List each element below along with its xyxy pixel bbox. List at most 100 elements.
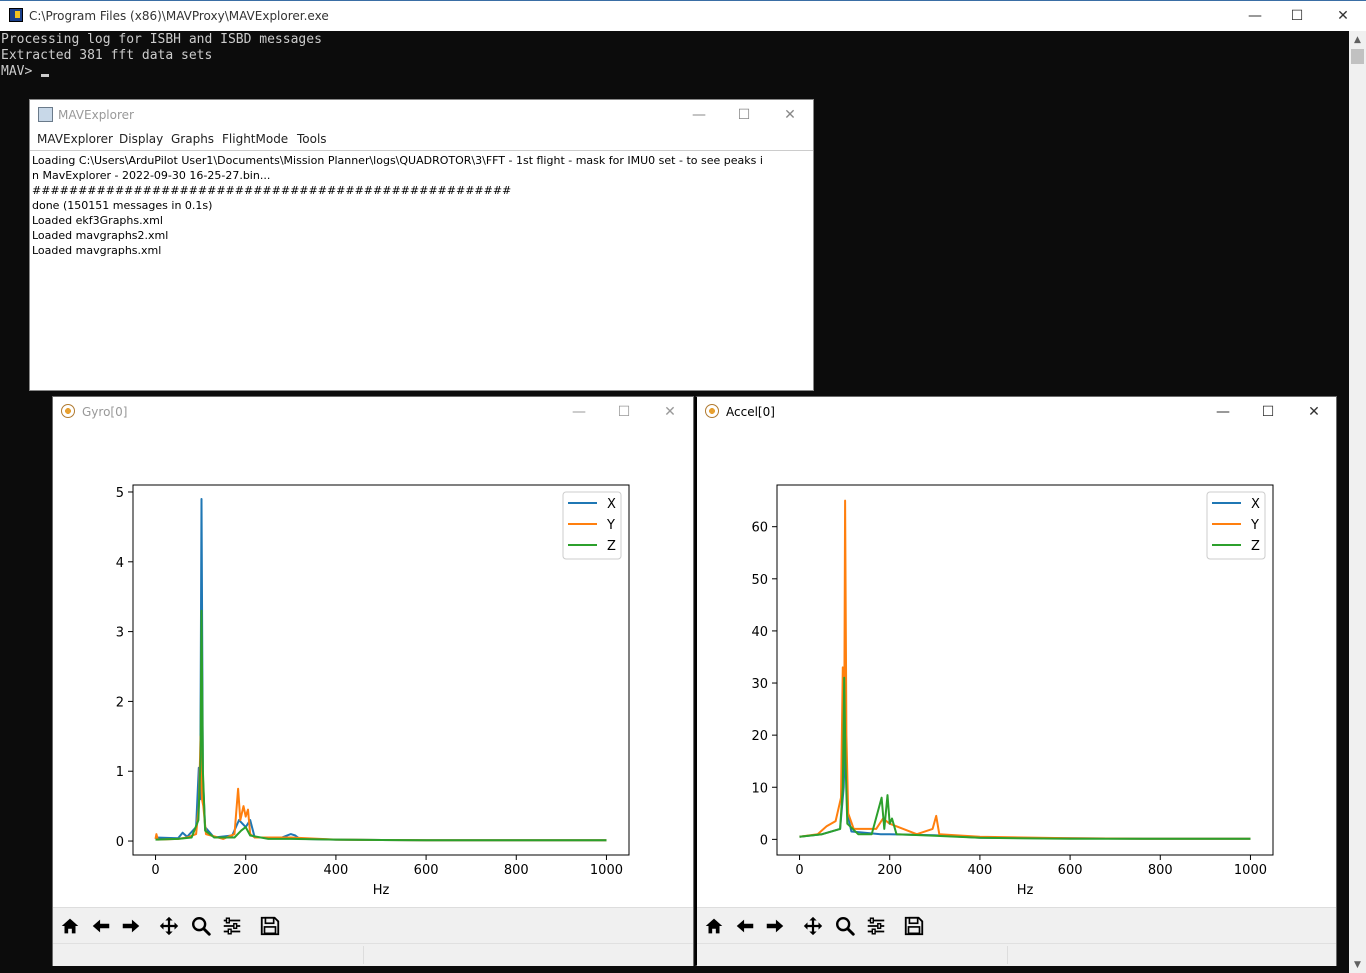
gyro-plot-window: Gyro[0] — ☐ ✕ 0 200 400 600 800 1000 0 1 2 3 4 5 Hz X Y Z — [52, 396, 694, 966]
console-minimize-button[interactable]: — — [1232, 1, 1278, 31]
console-maximize-button[interactable]: ☐ — [1274, 1, 1320, 31]
gyro-navigation-toolbar — [53, 907, 693, 944]
menu-flightmode[interactable]: FlightMode — [222, 132, 288, 146]
configure-subplots-icon — [867, 917, 885, 935]
x-tick-label: 400 — [967, 863, 992, 878]
legend-label-y: Y — [1250, 518, 1259, 533]
x-tick-label: 200 — [877, 863, 902, 878]
y-tick-label: 4 — [116, 556, 124, 571]
legend-label-x: X — [607, 497, 616, 512]
x-tick-label: 800 — [1148, 863, 1173, 878]
mavexplorer-close-button[interactable]: ✕ — [767, 100, 813, 130]
mavexplorer-app-icon — [38, 107, 53, 122]
scroll-up-arrow-icon[interactable]: ▲ — [1349, 31, 1366, 48]
y-tick-label: 40 — [751, 625, 768, 640]
save-icon — [260, 916, 280, 936]
mavexplorer-minimize-button[interactable]: — — [676, 100, 722, 130]
home-button[interactable] — [701, 914, 727, 938]
save-button[interactable] — [901, 914, 927, 938]
pan-icon — [803, 916, 823, 936]
mavexplorer-titlebar: MAVExplorer — ☐ ✕ — [30, 100, 813, 130]
y-tick-label: 50 — [751, 573, 768, 588]
x-tick-label: 1000 — [590, 863, 623, 878]
pan-button[interactable] — [800, 914, 826, 938]
x-tick-label: 600 — [1058, 863, 1083, 878]
y-tick-label: 20 — [751, 729, 768, 744]
pan-icon — [159, 916, 179, 936]
status-separator — [1007, 946, 1008, 964]
console-prompt-line[interactable]: MAV> — [1, 64, 1349, 80]
text-cursor — [41, 74, 50, 77]
y-tick-label: 10 — [751, 781, 768, 796]
log-line: Loaded mavgraphs.xml — [32, 244, 162, 257]
zoom-icon — [192, 917, 211, 936]
legend-label-y: Y — [606, 518, 615, 533]
x-axis-label: Hz — [373, 883, 390, 898]
zoom-button[interactable] — [188, 914, 214, 938]
scrollbar-thumb[interactable] — [1351, 49, 1364, 64]
console-line: Processing log for ISBH and ISBD message… — [1, 32, 322, 47]
legend-label-z: Z — [1251, 539, 1260, 554]
y-tick-label: 3 — [116, 626, 124, 641]
console-scrollbar[interactable]: ▲ ▼ — [1349, 31, 1366, 973]
gyro-statusbar — [53, 943, 693, 966]
forward-arrow-button[interactable] — [762, 914, 788, 938]
x-tick-label: 0 — [151, 863, 159, 878]
log-line: ########################################… — [32, 184, 512, 197]
accel-chart[interactable]: 0 200 400 600 800 1000 0 10 20 30 40 50 60 Hz XYZ — [697, 397, 1337, 905]
scroll-down-arrow-icon[interactable]: ▼ — [1349, 956, 1366, 973]
console-window-title: C:\Program Files (x86)\MAVProxy\MAVExplo… — [29, 9, 329, 23]
accel-navigation-toolbar — [697, 907, 1336, 944]
back-arrow-icon — [736, 919, 754, 933]
pan-button[interactable] — [156, 914, 182, 938]
console-titlebar: C:\Program Files (x86)\MAVProxy\MAVExplo… — [0, 0, 1366, 31]
console-prompt: MAV> — [1, 64, 41, 79]
mavexplorer-log-text[interactable]: Loading C:\Users\ArduPilot User1\Documen… — [30, 150, 813, 390]
forward-arrow-icon — [122, 919, 140, 933]
menu-graphs[interactable]: Graphs — [171, 132, 214, 146]
mavexplorer-window-title: MAVExplorer — [58, 108, 134, 122]
accel-statusbar — [697, 943, 1336, 966]
plot-area — [132, 484, 630, 856]
configure-subplots-button[interactable] — [863, 914, 889, 938]
back-arrow-button[interactable] — [88, 914, 114, 938]
accel-plot-window: Accel[0] — ☐ ✕ 0 200 400 600 800 1000 0 10 20 30 40 50 6… — [695, 396, 1337, 966]
home-icon — [705, 918, 723, 934]
x-tick-label: 400 — [323, 863, 348, 878]
console-close-button[interactable]: ✕ — [1320, 1, 1366, 31]
menu-display[interactable]: Display — [119, 132, 163, 146]
y-tick-label: 60 — [751, 521, 768, 536]
log-line: done (150151 messages in 0.1s) — [32, 199, 213, 212]
y-tick-label: 30 — [751, 677, 768, 692]
y-tick-label: 5 — [116, 486, 124, 501]
back-arrow-icon — [92, 919, 110, 933]
menu-tools[interactable]: Tools — [297, 132, 327, 146]
zoom-button[interactable] — [832, 914, 858, 938]
legend-label-x: X — [1251, 497, 1260, 512]
x-axis-label: Hz — [1017, 883, 1034, 898]
configure-subplots-button[interactable] — [219, 914, 245, 938]
console-line: Extracted 381 fft data sets — [1, 48, 213, 63]
y-tick-label: 2 — [116, 695, 124, 710]
y-tick-label: 1 — [116, 765, 124, 780]
forward-arrow-button[interactable] — [118, 914, 144, 938]
x-tick-label: 800 — [504, 863, 529, 878]
menu-mavexplorer[interactable]: MAVExplorer — [37, 132, 113, 146]
home-button[interactable] — [57, 914, 83, 938]
gyro-chart[interactable]: 0 200 400 600 800 1000 0 1 2 3 4 5 Hz XYZ — [53, 397, 693, 905]
legend-label-z: Z — [607, 539, 616, 554]
x-tick-label: 0 — [795, 863, 803, 878]
mavexplorer-maximize-button[interactable]: ☐ — [721, 100, 767, 130]
back-arrow-button[interactable] — [732, 914, 758, 938]
save-button[interactable] — [257, 914, 283, 938]
plot-area — [776, 484, 1274, 856]
home-icon — [61, 918, 79, 934]
status-separator — [363, 946, 364, 964]
mavexplorer-menubar: MAVExplorer Display Graphs FlightMode To… — [30, 130, 813, 150]
x-tick-label: 1000 — [1234, 863, 1267, 878]
x-tick-label: 200 — [233, 863, 258, 878]
x-tick-label: 600 — [414, 863, 439, 878]
forward-arrow-icon — [766, 919, 784, 933]
y-tick-label: 0 — [760, 833, 768, 848]
python-app-icon — [9, 8, 23, 22]
